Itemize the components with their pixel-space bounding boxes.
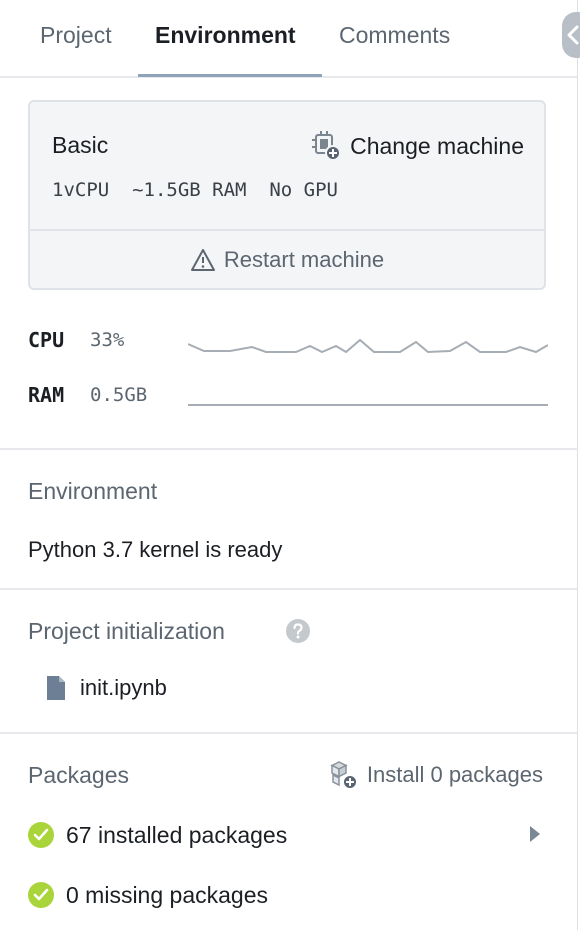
file-icon	[47, 676, 65, 700]
chip-add-icon	[312, 131, 342, 161]
cpu-label: CPU	[28, 328, 65, 352]
missing-packages-label: 0 missing packages	[66, 881, 268, 908]
installed-packages-row[interactable]: 67 installed packages	[28, 818, 287, 852]
restart-machine-label: Restart machine	[223, 246, 385, 272]
check-circle-icon	[28, 822, 54, 848]
tab-comments[interactable]: Comments	[339, 22, 450, 49]
cpu-value: 33%	[90, 329, 125, 351]
environment-panel: Project Environment Comments Basic 1vCPU…	[0, 0, 580, 930]
section-divider	[0, 732, 578, 734]
warning-icon	[190, 248, 215, 271]
environment-title: Environment	[28, 478, 158, 504]
tab-bar: Project Environment Comments	[0, 0, 578, 78]
check-circle-icon	[28, 882, 54, 908]
machine-name: Basic	[52, 132, 109, 158]
machine-specs: 1vCPU ~1.5GB RAM No GPU	[52, 179, 338, 201]
ram-label: RAM	[28, 383, 65, 407]
section-divider	[0, 448, 578, 450]
tab-environment[interactable]: Environment	[155, 22, 296, 49]
change-machine-label: Change machine	[350, 132, 524, 159]
missing-packages-row: 0 missing packages	[28, 878, 268, 912]
restart-machine-button[interactable]: Restart machine	[30, 231, 544, 288]
packages-title: Packages	[28, 762, 130, 788]
installed-packages-label: 67 installed packages	[66, 821, 288, 848]
change-machine-button[interactable]: Change machine	[310, 129, 524, 163]
package-add-icon	[330, 761, 358, 790]
cpu-sparkline	[188, 338, 548, 354]
section-divider	[0, 588, 578, 590]
ram-sparkline	[188, 404, 548, 406]
tab-project[interactable]: Project	[40, 22, 112, 49]
init-file-link[interactable]: init.ipynb	[46, 672, 167, 704]
kernel-status: Python 3.7 kernel is ready	[28, 537, 283, 562]
machine-card: Basic 1vCPU ~1.5GB RAM No GPU Change mac…	[28, 100, 546, 290]
help-icon[interactable]	[285, 618, 311, 644]
initialization-title: Project initialization	[28, 618, 225, 644]
caret-right-icon[interactable]	[528, 825, 542, 843]
ram-value: 0.5GB	[90, 384, 148, 406]
collapse-panel-button[interactable]	[562, 12, 580, 58]
chevron-left-icon	[567, 25, 579, 45]
install-packages-label: Install 0 packages	[366, 762, 543, 787]
install-packages-button[interactable]: Install 0 packages	[327, 758, 543, 792]
init-file-name: init.ipynb	[80, 675, 167, 700]
active-tab-indicator	[138, 74, 322, 77]
